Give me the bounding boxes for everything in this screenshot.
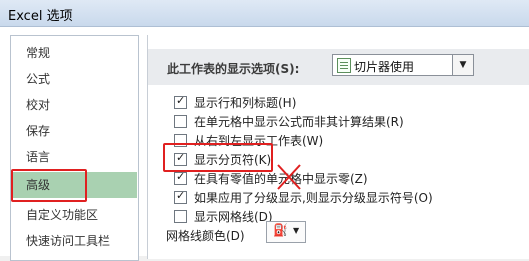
checkbox-show-zeros[interactable] bbox=[174, 170, 187, 185]
gridline-color-label: 网格线颜色(D) bbox=[166, 229, 245, 243]
options-panel: 此工作表的显示选项(S): 切片器使用 ▼ 显示行和列标题(H) 在单元格中显示… bbox=[147, 35, 529, 259]
section-header: 此工作表的显示选项(S): 切片器使用 ▼ bbox=[148, 49, 529, 85]
title-bar: Excel 选项 bbox=[0, 0, 529, 27]
checkbox-show-headers[interactable] bbox=[174, 94, 187, 109]
option-label: 显示行和列标题(H) bbox=[194, 96, 297, 110]
checkbox-right-to-left[interactable] bbox=[174, 134, 187, 147]
sheet-icon bbox=[337, 58, 351, 73]
dropdown-arrow-icon[interactable]: ▼ bbox=[452, 55, 473, 75]
section-label: 此工作表的显示选项(S): bbox=[167, 62, 300, 76]
gridline-color-button[interactable]: ⛽ ▼ bbox=[266, 221, 306, 243]
sheet-select-value: 切片器使用 bbox=[354, 60, 415, 74]
sidebar-item-formulas[interactable]: 公式 bbox=[12, 66, 137, 92]
dropdown-arrow-icon: ▼ bbox=[293, 226, 300, 235]
options-sidebar: 常规 公式 校对 保存 语言 高级 自定义功能区 快速访问工具栏 bbox=[10, 35, 139, 261]
checkbox-show-page-breaks[interactable] bbox=[174, 151, 187, 166]
sidebar-item-proofing[interactable]: 校对 bbox=[12, 92, 137, 118]
option-label: 如果应用了分级显示,则显示分级显示符号(O) bbox=[194, 191, 433, 205]
checkbox-show-gridlines[interactable] bbox=[174, 210, 187, 223]
sidebar-item-save[interactable]: 保存 bbox=[12, 118, 137, 144]
paint-bucket-icon: ⛽ bbox=[273, 223, 288, 237]
sidebar-item-language[interactable]: 语言 bbox=[12, 144, 137, 170]
checkbox-show-outline-symbols[interactable] bbox=[174, 189, 187, 204]
sidebar-item-advanced[interactable]: 高级 bbox=[12, 172, 137, 198]
sheet-select[interactable]: 切片器使用 ▼ bbox=[332, 54, 474, 76]
option-label: 在具有零值的单元格中显示零(Z) bbox=[194, 172, 368, 186]
window-title: Excel 选项 bbox=[8, 9, 73, 24]
sidebar-item-general[interactable]: 常规 bbox=[12, 40, 137, 66]
option-label: 在单元格中显示公式而非其计算结果(R) bbox=[194, 115, 404, 129]
option-label: 显示网格线(D) bbox=[194, 210, 273, 224]
option-label: 显示分页符(K) bbox=[194, 153, 272, 167]
sidebar-item-customize-ribbon[interactable]: 自定义功能区 bbox=[12, 202, 137, 228]
option-label: 从右到左显示工作表(W) bbox=[194, 134, 324, 148]
checkbox-show-formulas[interactable] bbox=[174, 115, 187, 128]
dialog-body: 常规 公式 校对 保存 语言 高级 自定义功能区 快速访问工具栏 此工作表的显示… bbox=[0, 27, 529, 261]
sidebar-item-quick-access-toolbar[interactable]: 快速访问工具栏 bbox=[12, 228, 137, 254]
